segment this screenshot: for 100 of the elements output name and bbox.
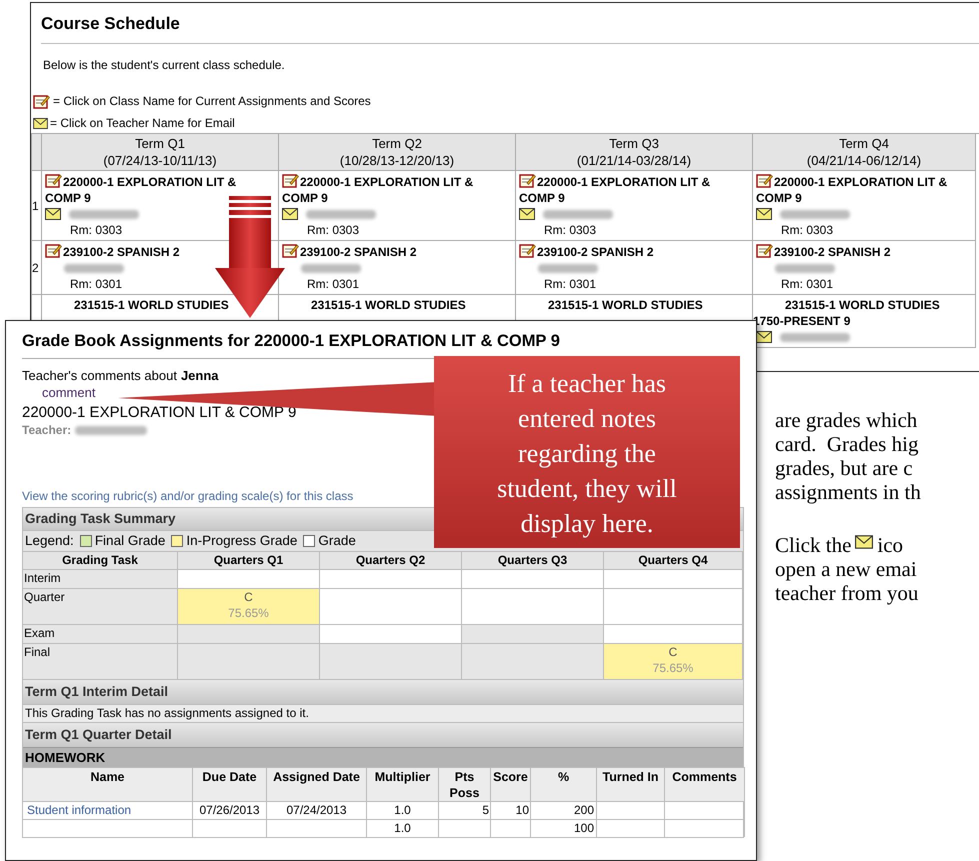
course-link[interactable]: 220000-1 EXPLORATION LIT & COMP 9 — [516, 173, 738, 206]
column-header: Pts Poss — [439, 767, 491, 801]
envelope-icon — [33, 118, 48, 128]
task-name: Final — [23, 643, 178, 679]
term-name: Term Q1 — [135, 135, 185, 152]
legend-text: In-Progress Grade — [186, 532, 298, 550]
legend-text: = Click on Class Name for Current Assignments and Scores — [53, 93, 371, 110]
points-possible: 5 — [482, 803, 489, 817]
course-link[interactable]: 1750-PRESENT 9 — [753, 313, 961, 329]
term-name: Term Q2 — [372, 135, 422, 152]
room-text: Rm: 0301 — [544, 277, 596, 291]
legend-text: Grade — [318, 532, 356, 550]
grade-letter: C — [244, 589, 253, 605]
blurred-name — [780, 210, 850, 218]
notepad-icon — [33, 94, 50, 108]
column-header: Quarters Q3 — [462, 551, 604, 569]
term-dates: (04/21/14-06/12/14) — [806, 152, 922, 169]
teacher-comment: comment — [42, 385, 96, 400]
blurred-name — [306, 210, 376, 218]
section-header: Term Q1 Interim Detail — [23, 679, 743, 704]
column-header: Multiplier — [367, 767, 439, 801]
grade-letter: C — [668, 644, 678, 660]
course-link[interactable]: 220000-1 EXPLORATION LIT & COMP 9 — [753, 173, 961, 206]
column-header: Turned In — [597, 767, 665, 801]
room-text: Rm: 0301 — [781, 277, 834, 291]
notepad-icon — [45, 243, 62, 258]
notepad-icon — [45, 173, 62, 188]
notepad-icon — [519, 243, 536, 258]
course-link[interactable]: 239100-2 SPANISH 2 — [279, 243, 417, 260]
category-header: HOMEWORK — [23, 747, 743, 767]
blurred-name — [69, 210, 139, 218]
room-text: Rm: 0303 — [544, 223, 596, 237]
multiplier-value: 1.0 — [394, 803, 411, 817]
course-link[interactable]: 239100-2 SPANISH 2 — [516, 243, 654, 260]
multiplier-value: 1.0 — [394, 821, 411, 835]
score-value: 10 — [516, 803, 529, 817]
course-link[interactable]: 231515-1 WORLD STUDIES — [753, 297, 940, 313]
intro-text: Below is the student's current class schedule. — [43, 58, 285, 72]
blurred-name — [775, 264, 835, 272]
body-text: Click the — [775, 533, 852, 557]
grade-book-title: Grade Book Assignments for 220000-1 EXPLORATION LIT & COMP 9 — [22, 332, 560, 350]
task-name: Quarter — [23, 588, 178, 624]
rubric-link[interactable]: View the scoring rubric(s) and/or grading scale(s) for this class — [22, 489, 354, 503]
body-text: ico — [877, 533, 904, 557]
course-link[interactable]: 220000-1 EXPLORATION LIT & COMP 9 — [42, 173, 264, 206]
notepad-icon — [282, 173, 299, 188]
room-text: Rm: 0303 — [70, 223, 122, 237]
envelope-icon — [519, 208, 535, 220]
task-name: Exam — [23, 624, 178, 643]
column-header: Score — [491, 767, 531, 801]
blurred-name — [64, 264, 124, 272]
empty-message: This Grading Task has no assignments assigned to it. — [23, 704, 743, 722]
term-dates: (01/21/14-03/28/14) — [576, 152, 692, 169]
page-title: Course Schedule — [41, 14, 180, 33]
legend-text: = Click on Teacher Name for Email — [50, 115, 235, 132]
course-link[interactable]: 220000-1 EXPLORATION LIT & COMP 9 — [279, 173, 501, 206]
column-header: Quarters Q1 — [178, 551, 320, 569]
notepad-icon — [756, 243, 773, 258]
term-dates: (07/24/13-10/11/13) — [103, 152, 217, 169]
column-header: Quarters Q2 — [320, 551, 462, 569]
envelope-icon — [756, 208, 772, 220]
course-link[interactable]: 239100-2 SPANISH 2 — [753, 243, 891, 260]
term-name: Term Q4 — [839, 135, 889, 152]
task-name: Interim — [23, 569, 178, 588]
course-link[interactable]: 231515-1 WORLD STUDIES — [516, 297, 703, 313]
notepad-icon — [756, 173, 773, 188]
course-link[interactable]: 231515-1 WORLD STUDIES — [279, 297, 466, 313]
room-text: Rm: 0301 — [307, 277, 360, 291]
envelope-icon — [855, 535, 874, 550]
section-header: Term Q1 Quarter Detail — [23, 722, 743, 747]
course-link[interactable]: 231515-1 WORLD STUDIES — [42, 297, 229, 313]
percent-value: 200 — [574, 803, 594, 817]
grade-percent: 75.65% — [652, 660, 694, 676]
course-link[interactable]: 239100-2 SPANISH 2 — [42, 243, 180, 260]
room-text: Rm: 0301 — [70, 277, 122, 291]
body-paragraph: open a new emai teacher from you — [775, 557, 920, 605]
comments-label: Teacher's comments about — [22, 367, 177, 384]
blurred-name — [538, 264, 598, 272]
column-header: Comments — [665, 767, 745, 801]
column-header: Quarters Q4 — [604, 551, 743, 569]
notepad-icon — [282, 243, 299, 258]
due-date: 07/26/2013 — [199, 803, 260, 817]
term-dates: (10/28/13-12/20/13) — [340, 152, 454, 169]
column-header: Assigned Date — [267, 767, 367, 801]
row-number: 2 — [32, 260, 39, 276]
term-name: Term Q3 — [609, 135, 659, 152]
envelope-icon — [756, 331, 772, 343]
assignment-link[interactable]: Student information — [27, 803, 132, 817]
blurred-name — [301, 264, 361, 272]
blurred-name — [543, 210, 613, 218]
grade-percent: 75.65% — [228, 605, 269, 621]
teacher-label: Teacher: — [22, 422, 72, 439]
blurred-name — [780, 332, 850, 342]
room-text: Rm: 0303 — [781, 223, 834, 237]
legend-label: Legend: — [25, 532, 74, 550]
envelope-icon — [282, 208, 298, 220]
room-text: Rm: 0303 — [307, 223, 360, 237]
percent-value: 100 — [574, 821, 594, 835]
column-header: Grading Task — [23, 551, 178, 569]
column-header: Name — [23, 767, 193, 801]
